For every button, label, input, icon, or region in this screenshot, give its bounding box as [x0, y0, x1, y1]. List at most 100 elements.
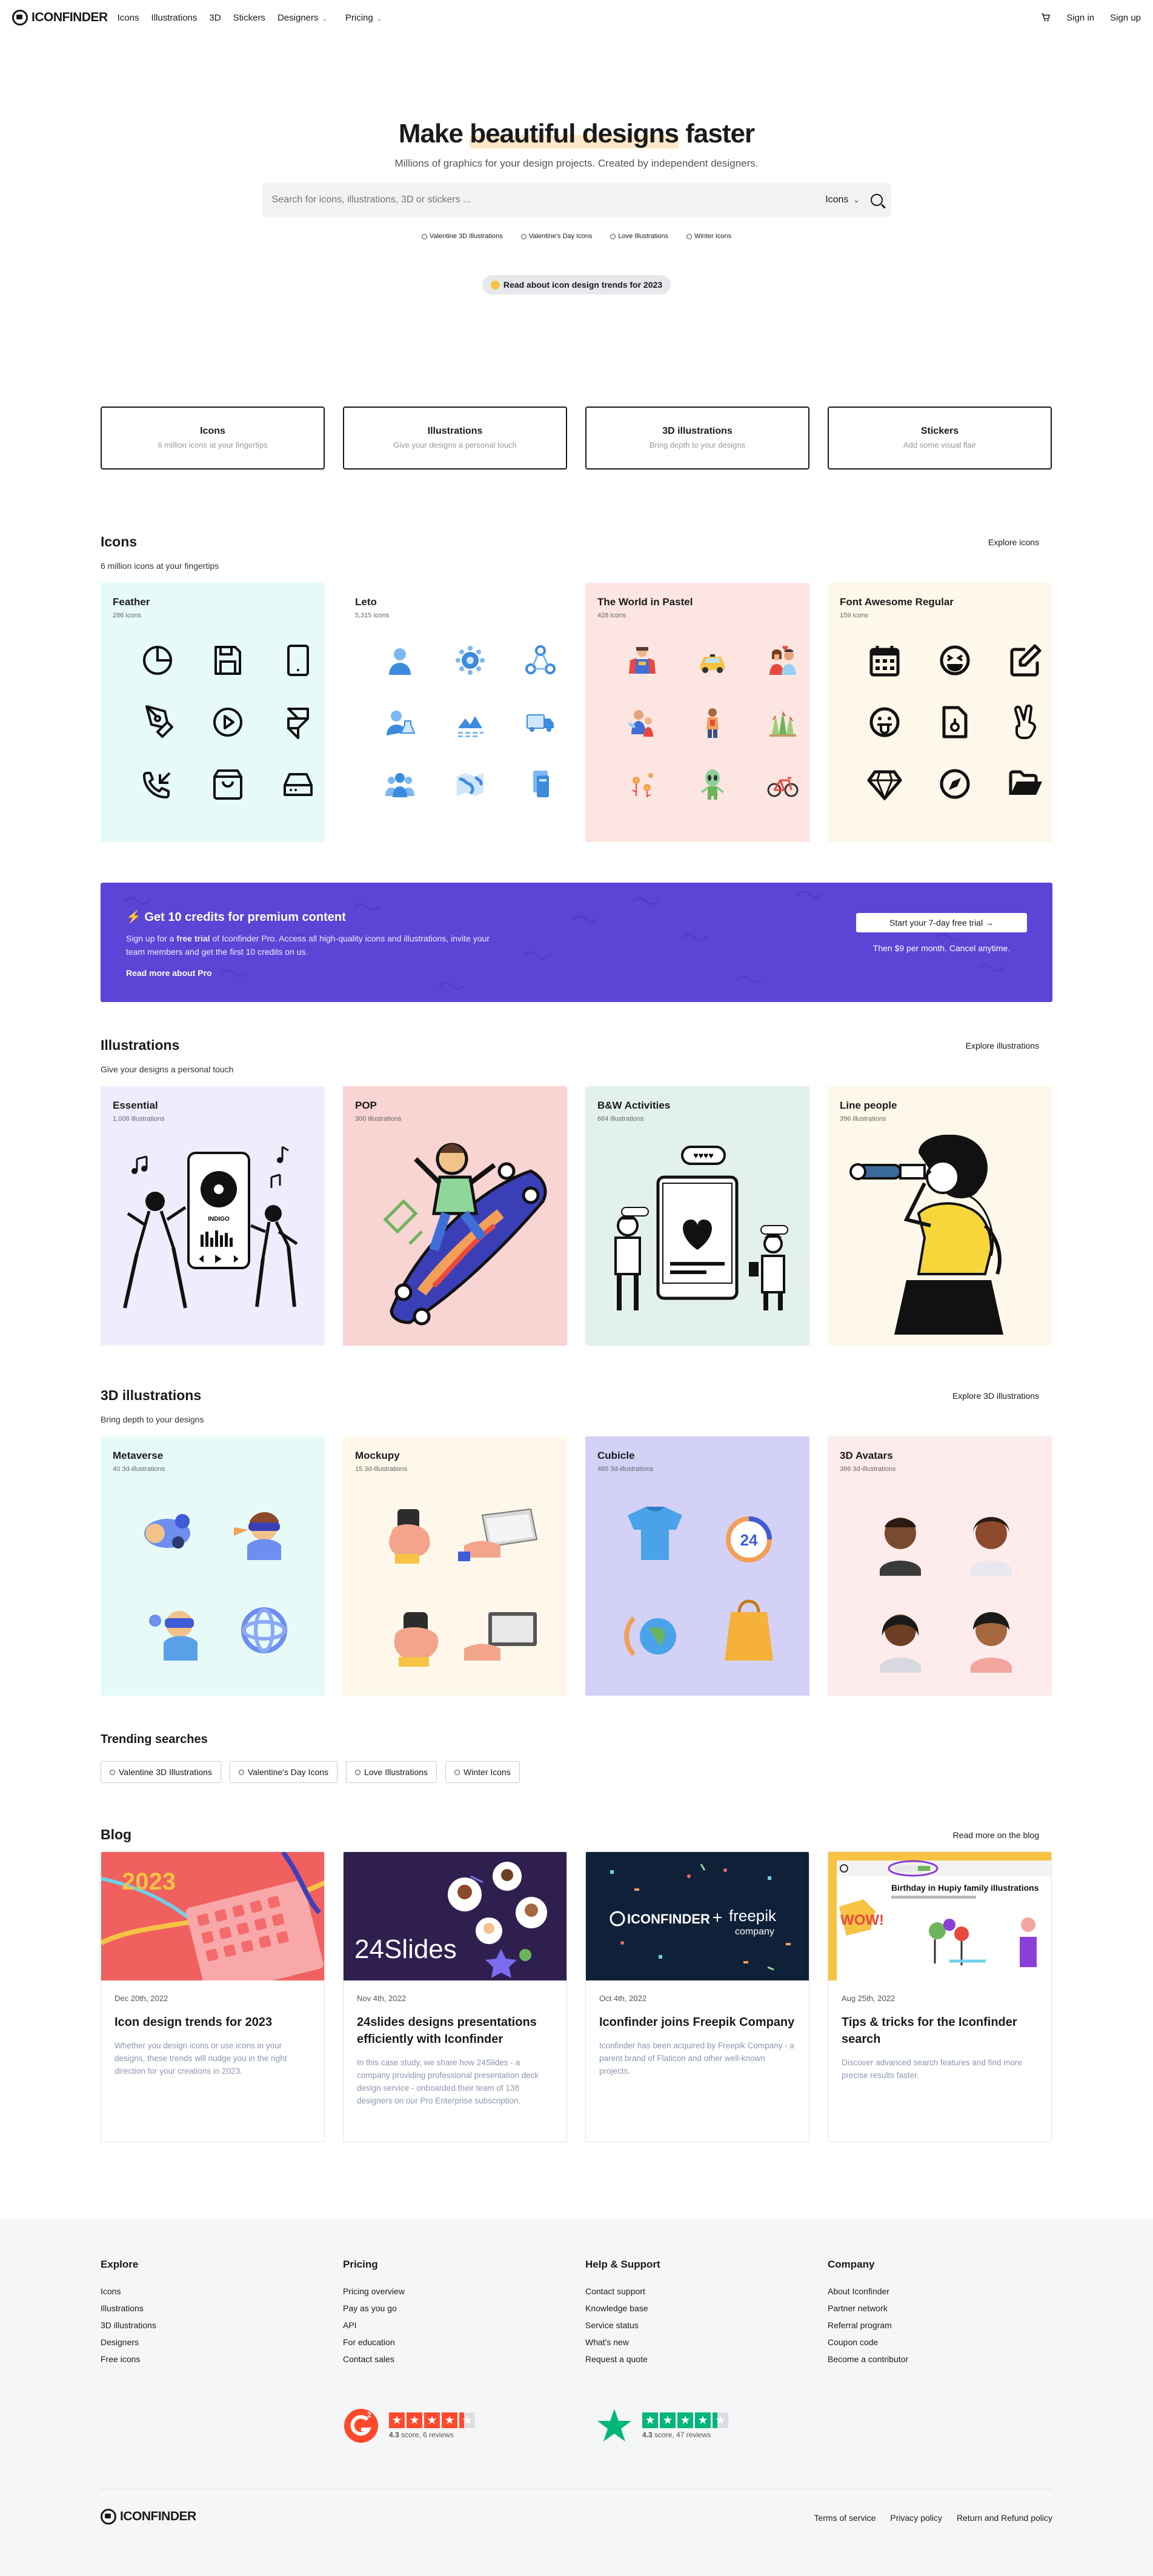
footer-link[interactable]: About Iconfinder [828, 2286, 1070, 2296]
category-card-stickers[interactable]: Stickers Add some visual flair [828, 407, 1052, 470]
tablet-icon [287, 645, 309, 676]
card-title: Feather [113, 596, 150, 608]
3d-card-avatars[interactable]: 3D Avatars 386 3d-illustrations [828, 1436, 1052, 1696]
footer-link[interactable]: Pay as you go [343, 2303, 585, 2313]
blog-card[interactable]: 24Slides Nov 4th, 2022 24slides designs … [343, 1851, 567, 2142]
category-card-illustrations[interactable]: Illustrations Give your designs a persona… [343, 407, 567, 470]
nav-link-pricing[interactable]: Pricing ⌄ [345, 13, 382, 23]
hero-subtitle: Millions of graphics for your design pro… [394, 158, 759, 169]
nav-link-icons[interactable]: Icons [118, 13, 139, 23]
trend-article-pill[interactable]: Read about icon design trends for 2023 [482, 275, 671, 294]
start-free-trial-button[interactable]: Start your 7-day free trial → [856, 913, 1027, 932]
blog-date: Oct 4th, 2022 [599, 1994, 647, 2003]
search-type-label: Icons [825, 194, 849, 205]
cubicle-3d-illustrations: 24 [624, 1507, 773, 1661]
icon-set-card-feather[interactable]: Feather 286 icons [101, 583, 325, 842]
trustpilot-rating[interactable]: ★ ★ ★ ★ ★ 4.3 score, 47 reviews [596, 2408, 728, 2444]
3d-card-metaverse[interactable]: Metaverse 40 3d-illustrations [101, 1436, 325, 1696]
g2-rating[interactable]: 2 ★ ★ ★ ★ ★ 4.3 score, 6 reviews [343, 2408, 475, 2444]
card-count: 159 icons [840, 612, 869, 619]
footer-link[interactable]: For education [343, 2337, 585, 2347]
footer-link[interactable]: Free icons [101, 2354, 343, 2364]
illustration-card-pop[interactable]: POP 300 illustrations [343, 1086, 567, 1346]
search-input[interactable] [271, 194, 826, 205]
star-icon: ★ [642, 2412, 658, 2428]
delivery-truck-icon [527, 714, 554, 732]
footer-link[interactable]: Service status [585, 2320, 828, 2330]
trending-chip[interactable]: Winter Icons [445, 1761, 520, 1783]
footer-link[interactable]: Become a contributor [828, 2354, 1070, 2364]
footer-link[interactable]: Contact sales [343, 2354, 585, 2364]
explore-3d-link[interactable]: Explore 3D illustrations [952, 1391, 1039, 1401]
privacy-link[interactable]: Privacy policy [890, 2513, 942, 2523]
tips-header-text: Birthday in Hupiy family illustrations [891, 1883, 1039, 1893]
explore-icons-link[interactable]: Explore icons [988, 537, 1039, 547]
footer-link[interactable]: Request a quote [585, 2354, 828, 2364]
blog-card[interactable]: 2023 Dec 20th, 2022 Icon design trends f… [101, 1851, 325, 2142]
search-icon [421, 233, 427, 239]
nav-link-3d[interactable]: 3D [209, 13, 221, 23]
suggested-tag[interactable]: Winter Icons [686, 233, 731, 240]
explore-illustrations-link[interactable]: Explore illustrations [966, 1041, 1039, 1051]
3d-card-mockupy[interactable]: Mockupy 15 3d-illustrations [343, 1436, 567, 1696]
icon-set-card-font-awesome-regular[interactable]: Font Awesome Regular 159 icons [828, 583, 1052, 842]
tag-label: Love Illustrations [618, 233, 668, 240]
illustration-card-line-people[interactable]: Line people 396 illustrations [828, 1086, 1052, 1346]
search-icon[interactable] [870, 194, 883, 206]
category-desc: Add some visual flair [903, 440, 976, 450]
footer-link[interactable]: 3D illustrations [101, 2320, 343, 2330]
category-card-3d[interactable]: 3D illustrations Bring depth to your desi… [585, 407, 809, 470]
trending-chip[interactable]: Valentine 3D Illustrations [101, 1761, 221, 1783]
nav-link-designers[interactable]: Designers ⌄ [277, 13, 327, 23]
footer-link[interactable]: Icons [101, 2286, 343, 2296]
footer-link[interactable]: Coupon code [828, 2337, 1070, 2347]
sign-in-link[interactable]: Sign in [1066, 13, 1094, 23]
search-type-select[interactable]: Icons ⌄ [825, 194, 859, 205]
nav-link-illustrations[interactable]: Illustrations [151, 13, 198, 23]
footer-logo[interactable]: ICONFINDER [101, 2509, 196, 2525]
section-subtitle: Bring depth to your designs [101, 1415, 204, 1424]
trending-chip[interactable]: Valentine's Day Icons [229, 1761, 337, 1783]
cart-icon[interactable] [1041, 13, 1051, 22]
family-icon [628, 710, 653, 737]
iconfinder-logo[interactable]: ICONFINDER [12, 10, 108, 25]
terms-link[interactable]: Terms of service [814, 2513, 876, 2523]
footer-link[interactable]: Pricing overview [343, 2286, 585, 2296]
trustpilot-stars: ★ ★ ★ ★ ★ [642, 2412, 728, 2428]
footer-link[interactable]: Partner network [828, 2303, 1070, 2313]
icon-set-card-leto[interactable]: Leto 5,315 icons [343, 583, 567, 842]
category-card-icons[interactable]: Icons 6 million icons at your fingertips [101, 407, 325, 470]
refund-policy-link[interactable]: Return and Refund policy [957, 2513, 1052, 2523]
suggested-tag[interactable]: Love Illustrations [610, 233, 668, 240]
designers-label: Designers [277, 12, 319, 23]
blog-card[interactable]: Birthday in Hupiy family illustrations W… [828, 1851, 1052, 2142]
trending-chip[interactable]: Love Illustrations [345, 1761, 437, 1783]
search-icon [238, 1769, 244, 1775]
footer-link[interactable]: Knowledge base [585, 2303, 828, 2313]
nav-link-stickers[interactable]: Stickers [233, 13, 265, 23]
sign-up-link[interactable]: Sign up [1110, 13, 1141, 23]
illustrations-section: Illustrations Give your designs a person… [101, 1037, 1052, 1346]
footer-link[interactable]: Contact support [585, 2286, 828, 2296]
suggested-tag[interactable]: Valentine 3D Illustrations [421, 233, 503, 240]
3d-card-cubicle[interactable]: Cubicle 485 3d-illustrations 24 [585, 1436, 809, 1696]
footer-link[interactable]: Illustrations [101, 2303, 343, 2313]
card-title: Metaverse [113, 1450, 164, 1461]
icon-set-card-world-in-pastel[interactable]: The World in Pastel 428 icons [585, 583, 809, 842]
promo-desc-pre: Sign up for a [126, 934, 177, 943]
illustration-card-essential[interactable]: Essential 1,008 illustrations INDIGO [101, 1086, 325, 1346]
footer-link[interactable]: Designers [101, 2337, 343, 2347]
illustration-card-bw-activities[interactable]: B&W Activities 664 illustrations ♥♥♥♥ [585, 1086, 809, 1346]
star-icon: ★ [677, 2412, 693, 2428]
read-more-pro-link[interactable]: Read more about Pro [126, 968, 1027, 978]
promo-description: Sign up for a free trial of Iconfinder P… [126, 932, 502, 958]
compass-icon [940, 769, 970, 799]
read-more-blog-link[interactable]: Read more on the blog [953, 1830, 1039, 1840]
blog-card[interactable]: ICONFINDER freepik company Oct 4th, 2022… [585, 1851, 809, 2142]
promo-price-note: Then $9 per month. Cancel anytime. [872, 943, 1011, 953]
footer-link[interactable]: What's new [585, 2337, 828, 2347]
footer-link[interactable]: API [343, 2320, 585, 2330]
footer-link[interactable]: Referral program [828, 2320, 1070, 2330]
suggested-tag[interactable]: Valentine's Day Icons [520, 233, 592, 240]
icon-trends-artwork: 2023 [101, 1852, 324, 1980]
